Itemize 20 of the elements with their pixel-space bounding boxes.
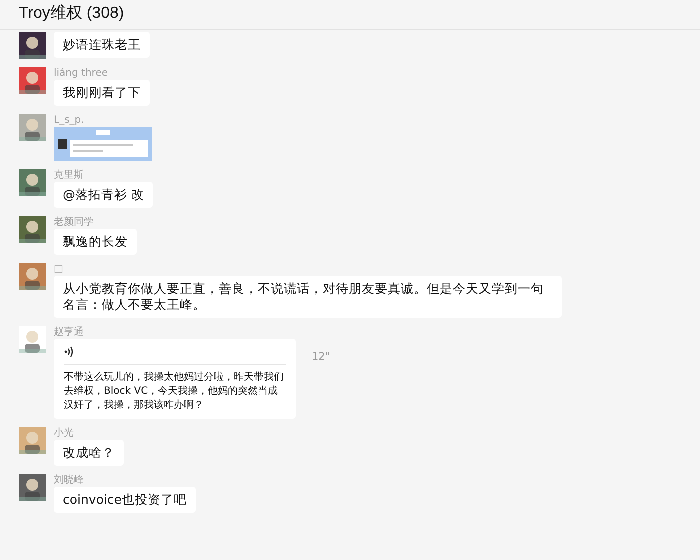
message-bubble: 我刚刚看了下 — [54, 80, 150, 106]
sender-name: 克里斯 — [54, 169, 84, 182]
message-bubble: 改成啥？ — [54, 440, 124, 466]
voice-message[interactable]: 不带这么玩儿的，我操太他妈过分啦，昨天带我们去维权，Block VC，今天我操，他妈的突然当成汉奸了，我操，那我该咋办啊？ — [54, 339, 296, 419]
voice-duration: 12" — [312, 351, 330, 363]
message-bubble: 飘逸的长发 — [54, 229, 137, 255]
sender-name: 刘晓峰 — [54, 474, 84, 487]
sender-name: 小光 — [54, 427, 74, 440]
sender-name: 老颜同学 — [54, 216, 94, 229]
message-bubble: 妙语连珠老王 — [54, 32, 150, 58]
voice-icon — [64, 346, 74, 358]
sender-name: liáng three — [54, 67, 108, 80]
sender-name: 赵亨通 — [54, 326, 84, 339]
sender-name: L_s_p. — [54, 114, 84, 127]
message-bubble: coinvoice也投资了吧 — [54, 487, 196, 513]
message-bubble: 从小党教育你做人要正直，善良，不说谎话，对待朋友要真诚。但是今天又学到一句名言：做人不要太王峰。 — [54, 276, 562, 318]
window-title: Troy维权 (308) — [18, 4, 126, 24]
sender-name: □ — [54, 263, 64, 276]
voice-transcript: 不带这么玩儿的，我操太他妈过分啦，昨天带我们去维权，Block VC，今天我操，他妈的突然当成汉奸了，我操，那我该咋办啊？ — [64, 371, 285, 413]
message-bubble: @落拓青衫 改 — [54, 182, 154, 208]
